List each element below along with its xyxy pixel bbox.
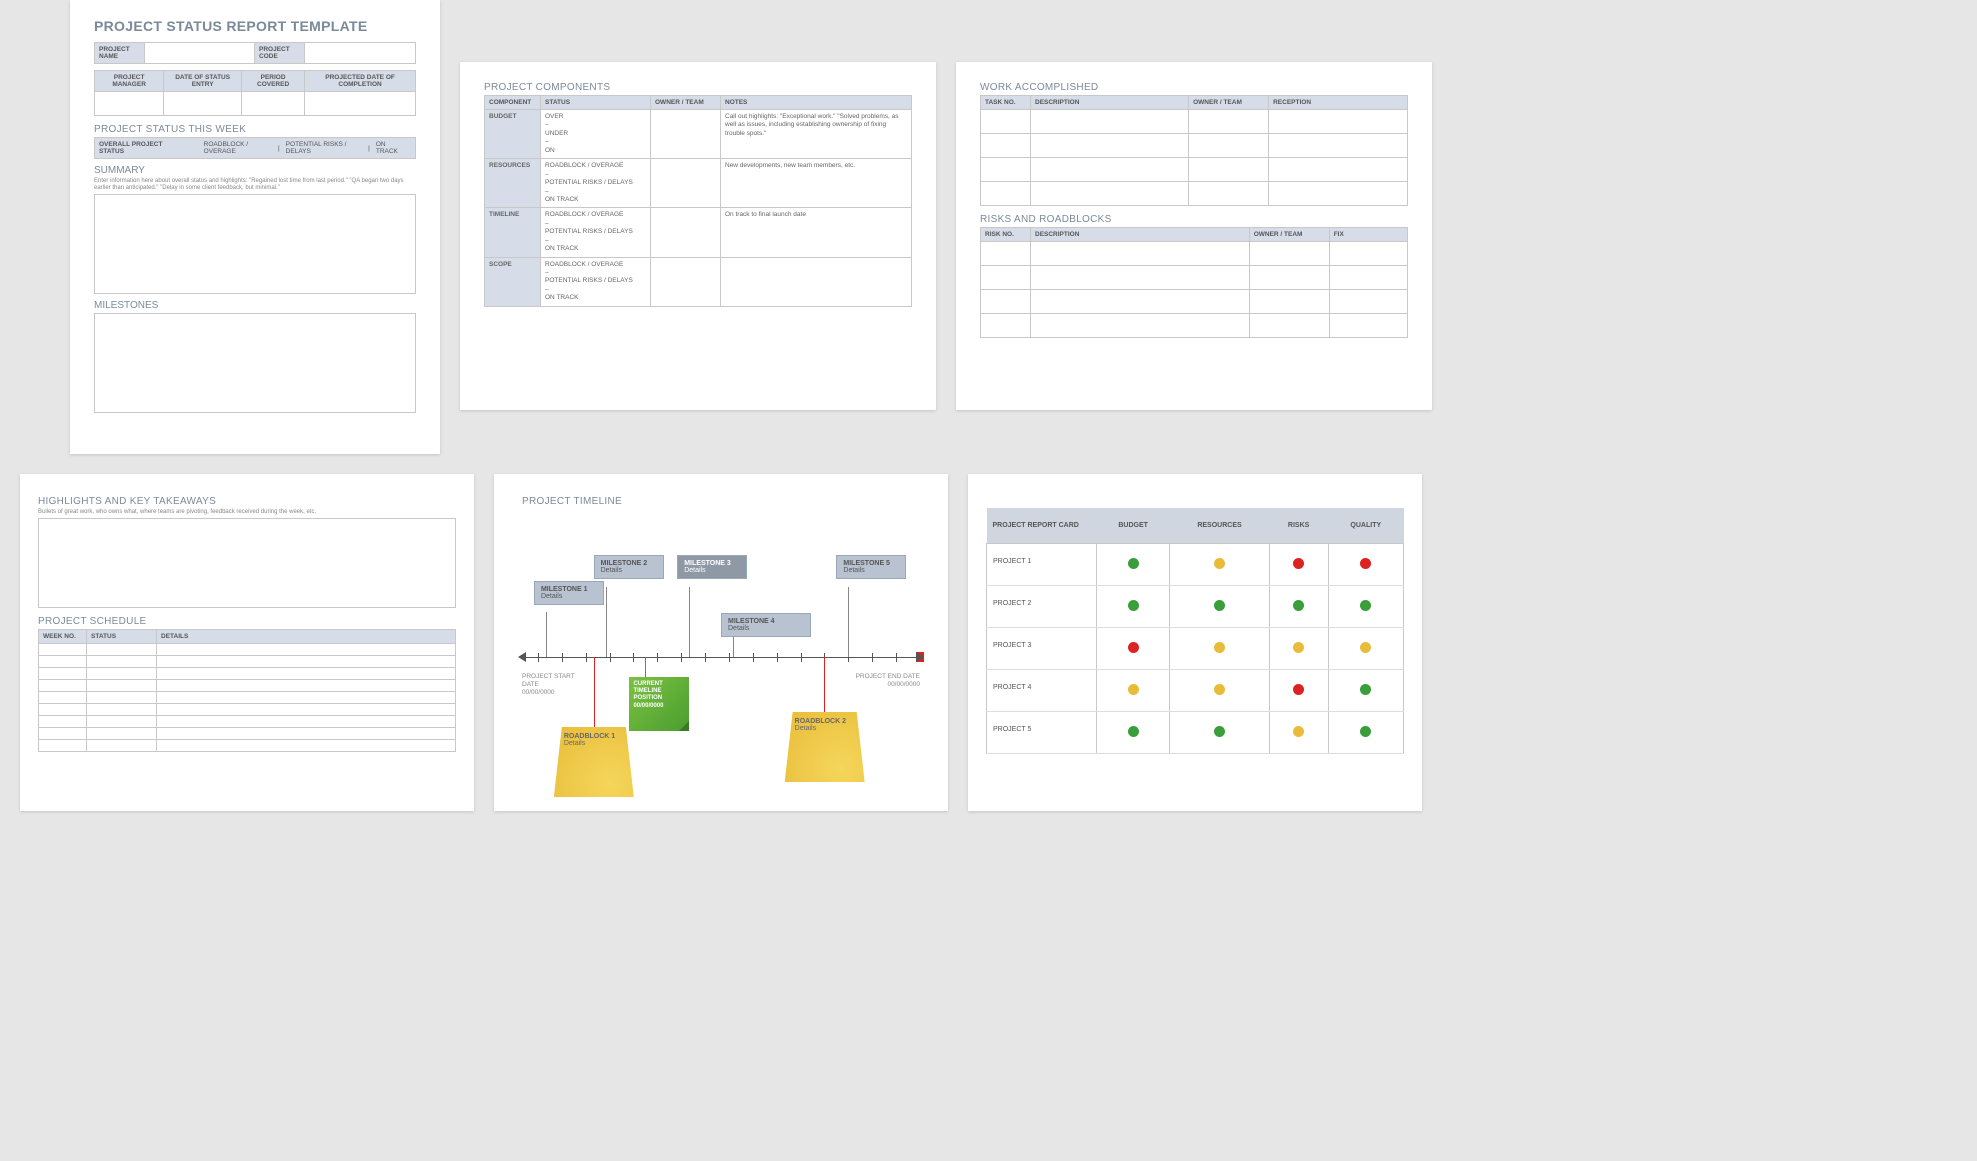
timeline-tick (538, 653, 539, 662)
current-position-note: CURRENTTIMELINEPOSITION00/00/0000 (629, 677, 689, 731)
page-timeline: PROJECT TIMELINE MILESTONE 1Details MILE… (494, 474, 948, 811)
status-dot (1360, 558, 1371, 569)
table-row (39, 728, 456, 740)
risks-heading: RISKS AND ROADBLOCKS (980, 214, 1408, 225)
table-row (39, 692, 456, 704)
arrow-left-icon (518, 652, 526, 662)
roadblock-line (594, 657, 595, 732)
status-dot (1293, 642, 1304, 653)
table-row (39, 668, 456, 680)
table-row (981, 266, 1408, 290)
table-row: PROJECT 5 (987, 712, 1404, 754)
table-row: SCOPEROADBLOCK / OVERAGE – POTENTIAL RIS… (485, 257, 912, 306)
table-row (39, 656, 456, 668)
milestone-4: MILESTONE 4Details (721, 613, 811, 637)
table-row (981, 134, 1408, 158)
table-row (981, 158, 1408, 182)
status-dot (1214, 558, 1225, 569)
timeline: MILESTONE 1Details MILESTONE 2Details MI… (522, 517, 920, 777)
status-dot (1293, 726, 1304, 737)
page-title: PROJECT STATUS REPORT TEMPLATE (94, 18, 416, 34)
status-dot (1128, 600, 1139, 611)
status-heading: PROJECT STATUS THIS WEEK (94, 124, 416, 135)
status-dot (1360, 684, 1371, 695)
work-heading: WORK ACCOMPLISHED (980, 82, 1408, 93)
table-row: PROJECT 4 (987, 670, 1404, 712)
milestone-5: MILESTONE 5Details (836, 555, 906, 579)
status-dot (1360, 726, 1371, 737)
status-dot (1293, 600, 1304, 611)
table-row: PROJECT 3 (987, 628, 1404, 670)
status-dot (1360, 600, 1371, 611)
page-components: PROJECT COMPONENTS COMPONENT STATUS OWNE… (460, 62, 936, 410)
table-row (981, 242, 1408, 266)
label-project-code: PROJECT CODE (255, 43, 305, 64)
status-dot (1293, 684, 1304, 695)
milestone-3: MILESTONE 3Details (677, 555, 747, 579)
status-dot (1360, 642, 1371, 653)
table-row: BUDGETOVER – UNDER – ONCall out highligh… (485, 110, 912, 159)
work-table: TASK NO.DESCRIPTIONOWNER / TEAMRECEPTION (980, 95, 1408, 206)
status-dot (1128, 642, 1139, 653)
status-dot (1128, 558, 1139, 569)
table-row (39, 716, 456, 728)
summary-box (94, 194, 416, 294)
table-row: PROJECT 2 (987, 586, 1404, 628)
components-table: COMPONENT STATUS OWNER / TEAM NOTES BUDG… (484, 95, 912, 307)
table-row (39, 680, 456, 692)
table-row: TIMELINEROADBLOCK / OVERAGE – POTENTIAL … (485, 208, 912, 257)
table-row: PROJECT 1 (987, 544, 1404, 586)
table-row (39, 740, 456, 752)
start-date-label: PROJECT START DATE00/00/0000 (522, 673, 592, 696)
status-dot (1128, 684, 1139, 695)
milestones-heading: MILESTONES (94, 300, 416, 311)
roadblock-1: ROADBLOCK 1Details (554, 727, 634, 797)
highlights-hint: Bullets of great work, who owns what, wh… (38, 509, 456, 516)
status-dot (1128, 726, 1139, 737)
status-dot (1214, 726, 1225, 737)
meta-table-1: PROJECT NAME PROJECT CODE (94, 42, 416, 64)
label-project-name: PROJECT NAME (95, 43, 145, 64)
meta-table-2: PROJECT MANAGER DATE OF STATUS ENTRY PER… (94, 70, 416, 116)
page-highlights-schedule: HIGHLIGHTS AND KEY TAKEAWAYS Bullets of … (20, 474, 474, 811)
status-dot (1214, 600, 1225, 611)
table-row (981, 182, 1408, 206)
page-work-risks: WORK ACCOMPLISHED TASK NO.DESCRIPTIONOWN… (956, 62, 1432, 410)
highlights-box (38, 518, 456, 608)
page-status-report: PROJECT STATUS REPORT TEMPLATE PROJECT N… (70, 0, 440, 454)
components-heading: PROJECT COMPONENTS (484, 82, 912, 93)
table-row (981, 290, 1408, 314)
table-row (981, 110, 1408, 134)
report-card-table: PROJECT REPORT CARD BUDGET RESOURCES RIS… (986, 508, 1404, 754)
page-report-card: PROJECT REPORT CARD BUDGET RESOURCES RIS… (968, 474, 1422, 811)
risks-table: RISK NO.DESCRIPTIONOWNER / TEAMFIX (980, 227, 1408, 338)
end-date-label: PROJECT END DATE00/00/0000 (850, 673, 920, 689)
timeline-axis (522, 657, 920, 658)
roadblock-2: ROADBLOCK 2Details (785, 712, 865, 782)
arrow-right-icon (916, 652, 924, 662)
highlights-heading: HIGHLIGHTS AND KEY TAKEAWAYS (38, 496, 456, 507)
overall-status-bar: OVERALL PROJECT STATUS ROADBLOCK / OVERA… (94, 137, 416, 159)
status-dot (1214, 684, 1225, 695)
status-dot (1293, 558, 1304, 569)
summary-heading: SUMMARY (94, 165, 416, 176)
schedule-heading: PROJECT SCHEDULE (38, 616, 456, 627)
summary-hint: Enter information here about overall sta… (94, 178, 416, 192)
timeline-heading: PROJECT TIMELINE (522, 496, 920, 507)
table-row (39, 704, 456, 716)
table-row (981, 314, 1408, 338)
table-row (39, 644, 456, 656)
milestones-box (94, 313, 416, 413)
roadblock-line (824, 657, 825, 717)
schedule-table: WEEK NO.STATUSDETAILS (38, 629, 456, 752)
milestone-1: MILESTONE 1Details (534, 581, 604, 605)
milestone-2: MILESTONE 2Details (594, 555, 664, 579)
status-dot (1214, 642, 1225, 653)
table-row: RESOURCESROADBLOCK / OVERAGE – POTENTIAL… (485, 159, 912, 208)
